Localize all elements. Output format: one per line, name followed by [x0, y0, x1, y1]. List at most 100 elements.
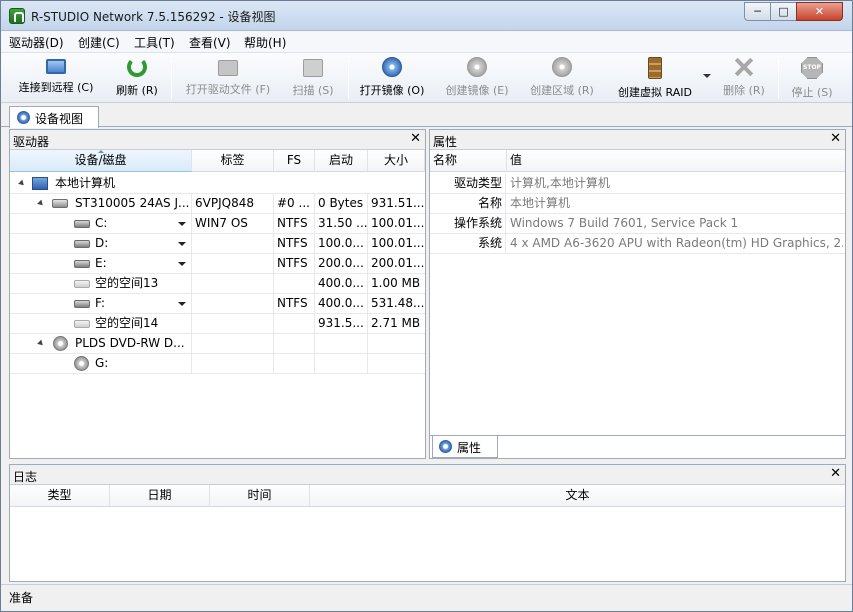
window-title: R-STUDIO Network 7.5.156292 - 设备视图	[31, 10, 276, 24]
column-header-fs[interactable]: FS	[274, 150, 315, 172]
create-region-button[interactable]: 创建区域 (R)	[524, 57, 600, 101]
properties-panel-close-icon[interactable]: ✕	[830, 131, 841, 146]
raid-dropdown-arrow-icon[interactable]	[703, 74, 711, 78]
column-header-value[interactable]: 值	[507, 150, 845, 172]
column-header-type[interactable]: 类型	[10, 485, 110, 507]
hard-disk-icon	[52, 199, 68, 208]
device-fs: NTFS	[274, 254, 315, 274]
device-label	[192, 274, 274, 294]
device-start: 400.0...	[315, 274, 368, 294]
toolbar-separator	[778, 59, 779, 99]
device-fs	[274, 314, 315, 334]
column-header-device-label: 设备/磁盘	[74, 153, 127, 167]
scan-button[interactable]: 扫描 (S)	[285, 57, 341, 101]
tree-expand-icon[interactable]	[37, 339, 45, 348]
device-label	[192, 334, 274, 354]
device-size: 100.01...	[371, 236, 425, 250]
create-virtual-raid-button[interactable]: 创建虚拟 RAID	[609, 57, 701, 101]
create-region-label: 创建区域 (R)	[530, 84, 594, 97]
table-row[interactable]: ST310005 24AS J... 6VPJQ848 #0 ... 0 Byt…	[10, 194, 425, 214]
refresh-label: 刷新 (R)	[116, 84, 158, 97]
device-fs: NTFS	[274, 214, 315, 234]
device-fs: NTFS	[274, 234, 315, 254]
menu-create[interactable]: 创建(C)	[78, 34, 120, 51]
tab-properties[interactable]: 属性	[432, 436, 498, 458]
table-row[interactable]: E: NTFS 200.0... 200.01...	[10, 254, 425, 274]
app-window: R-STUDIO Network 7.5.156292 - 设备视图 ─ □ ✕…	[0, 0, 853, 612]
dropdown-arrow-icon[interactable]	[178, 302, 186, 306]
table-row[interactable]: C: WIN7 OS NTFS 31.50 ... 100.01...	[10, 214, 425, 234]
column-header-date[interactable]: 日期	[110, 485, 210, 507]
property-value: 4 x AMD A6-3620 APU with Radeon(tm) HD G…	[510, 236, 843, 250]
close-window-button[interactable]: ✕	[796, 2, 843, 21]
dvd-drive-icon	[53, 336, 68, 351]
partition-icon	[74, 300, 90, 308]
dropdown-arrow-icon[interactable]	[178, 262, 186, 266]
drives-panel-close-icon[interactable]: ✕	[410, 131, 421, 146]
table-row[interactable]: 本地计算机	[10, 174, 425, 194]
column-header-name[interactable]: 名称	[430, 150, 507, 172]
drives-panel: 驱动器 ✕ 设备/磁盘 标签 FS 启动 大小 本地计算机 ST310005 2…	[9, 129, 426, 459]
computer-icon	[32, 177, 48, 190]
column-header-label[interactable]: 标签	[192, 150, 274, 172]
device-size: 1.00 MB	[371, 276, 421, 290]
device-size	[368, 354, 425, 374]
menu-drive[interactable]: 驱动器(D)	[9, 34, 64, 51]
status-bar: 准备	[1, 584, 852, 611]
drives-panel-title: 驱动器	[13, 135, 50, 149]
create-region-icon	[552, 57, 572, 77]
property-row[interactable]: 驱动类型 计算机,本地计算机	[430, 174, 845, 194]
free-space-icon	[74, 320, 90, 328]
table-row[interactable]: G:	[10, 354, 425, 374]
device-start	[315, 354, 368, 374]
open-image-button[interactable]: 打开镜像 (O)	[355, 57, 429, 101]
device-size: 2.71 MB	[371, 316, 421, 330]
column-header-text[interactable]: 文本	[310, 485, 845, 507]
properties-panel-header: 属性 ✕	[430, 130, 845, 150]
tab-device-view[interactable]: 设备视图	[9, 106, 99, 128]
device-size: 531.48...	[371, 296, 425, 310]
connect-remote-label: 连接到远程 (C)	[18, 81, 94, 94]
status-text: 准备	[9, 591, 34, 605]
column-header-time[interactable]: 时间	[210, 485, 310, 507]
create-image-button[interactable]: 创建镜像 (E)	[439, 57, 515, 101]
refresh-button[interactable]: 刷新 (R)	[109, 57, 165, 101]
partition-icon	[74, 240, 90, 248]
menu-view[interactable]: 查看(V)	[189, 34, 231, 51]
device-size	[368, 334, 425, 354]
device-name: D:	[92, 234, 192, 254]
log-panel-close-icon[interactable]: ✕	[830, 466, 841, 481]
column-header-device[interactable]: 设备/磁盘	[10, 150, 192, 172]
title-bar: R-STUDIO Network 7.5.156292 - 设备视图 ─ □ ✕	[1, 1, 852, 31]
tree-expand-icon[interactable]	[37, 199, 45, 208]
table-row[interactable]: F: NTFS 400.0... 531.48...	[10, 294, 425, 314]
table-row[interactable]: 空的空间14 931.5... 2.71 MB	[10, 314, 425, 334]
table-row[interactable]: D: NTFS 100.0... 100.01...	[10, 234, 425, 254]
dvd-disc-icon	[74, 356, 89, 371]
menu-help[interactable]: 帮助(H)	[244, 34, 286, 51]
dropdown-arrow-icon[interactable]	[178, 242, 186, 246]
table-row[interactable]: PLDS DVD-RW D...	[10, 334, 425, 354]
stop-button[interactable]: STOP 停止 (S)	[785, 57, 839, 101]
delete-button[interactable]: 删除 (R)	[717, 57, 771, 101]
free-space-icon	[74, 280, 90, 288]
minimize-button[interactable]: ─	[744, 2, 771, 21]
document-tab-bar: 设备视图	[1, 103, 852, 128]
open-drive-files-button[interactable]: 打开驱动文件 (F)	[179, 57, 277, 101]
properties-panel: 属性 ✕ 名称 值 驱动类型 计算机,本地计算机 名称 本地计算机 操作系统 W…	[429, 129, 846, 459]
column-header-start[interactable]: 启动	[315, 150, 368, 172]
maximize-button[interactable]: □	[770, 2, 797, 21]
property-row[interactable]: 系统 4 x AMD A6-3620 APU with Radeon(tm) H…	[430, 234, 845, 254]
delete-icon	[734, 57, 754, 77]
property-row[interactable]: 名称 本地计算机	[430, 194, 845, 214]
dropdown-arrow-icon[interactable]	[178, 222, 186, 226]
create-image-label: 创建镜像 (E)	[445, 84, 509, 97]
table-row[interactable]: 空的空间13 400.0... 1.00 MB	[10, 274, 425, 294]
connect-remote-button[interactable]: 连接到远程 (C)	[11, 57, 101, 101]
scan-label: 扫描 (S)	[292, 84, 334, 97]
disk-image-icon	[382, 57, 402, 77]
property-row[interactable]: 操作系统 Windows 7 Build 7601, Service Pack …	[430, 214, 845, 234]
tree-expand-icon[interactable]	[18, 179, 26, 188]
menu-tools[interactable]: 工具(T)	[134, 34, 175, 51]
column-header-size[interactable]: 大小	[368, 150, 425, 172]
